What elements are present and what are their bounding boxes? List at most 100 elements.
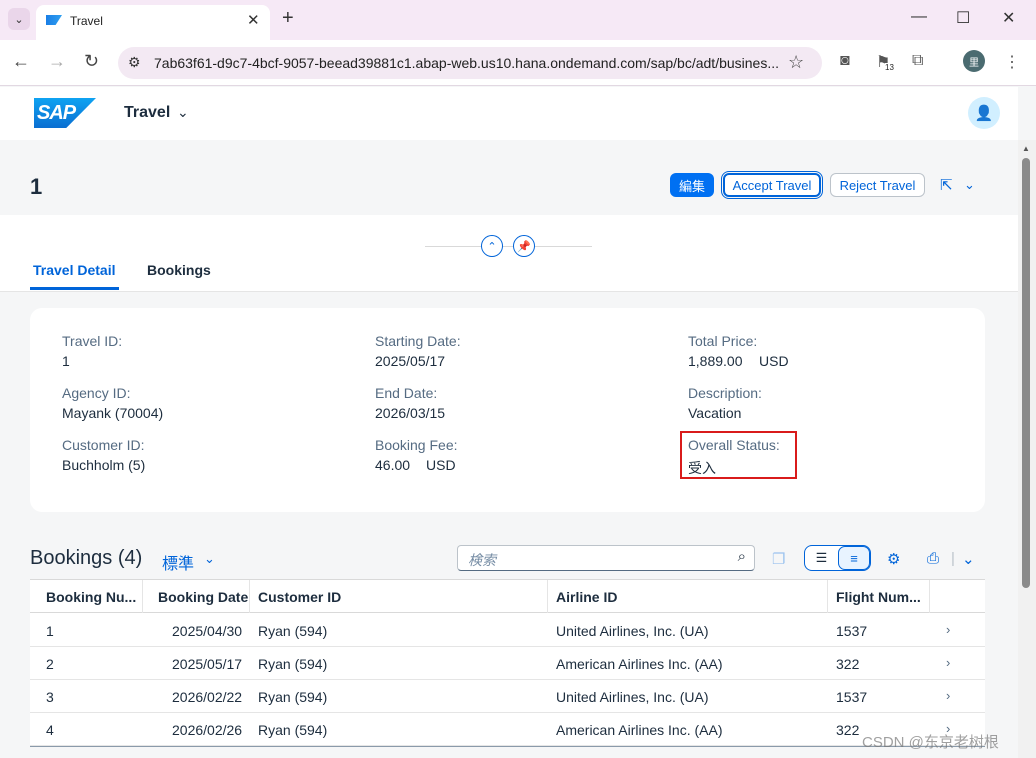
- maximize-icon[interactable]: ☐: [956, 8, 970, 28]
- search-icon[interactable]: ⌕: [738, 548, 746, 565]
- new-tab-icon[interactable]: +: [282, 8, 294, 28]
- extension-badge-count: 13: [885, 63, 894, 72]
- booking-date-cell: 2026/02/22: [172, 689, 243, 705]
- travel-id-value: 1: [62, 353, 70, 369]
- pin-header-icon[interactable]: 📌: [513, 235, 535, 257]
- search-placeholder: 検索: [468, 552, 496, 568]
- column-booking-number[interactable]: Booking Nu...: [30, 580, 143, 613]
- collapse-header-icon[interactable]: ⌃: [481, 235, 503, 257]
- booking-number-cell: 3: [46, 689, 54, 705]
- export-icon[interactable]: ⎙: [927, 550, 939, 567]
- table-row[interactable]: 2 2025/05/17 Ryan (594) American Airline…: [30, 647, 985, 680]
- sap-logo[interactable]: SAP: [34, 98, 96, 128]
- customer-cell: Ryan (594): [258, 656, 328, 672]
- share-chevron-down-icon[interactable]: ⌄: [964, 177, 975, 193]
- tab-search-chevron-icon[interactable]: ⌄: [8, 8, 30, 30]
- starting-date-label: Starting Date:: [375, 333, 461, 349]
- table-view-toggle: ☰ ≡: [804, 545, 871, 571]
- url-text: 7ab63f61-d9c7-4bcf-9057-beead39881c1.aba…: [154, 55, 779, 71]
- flight-cell: 1537: [836, 689, 868, 705]
- copy-icon[interactable]: ❐: [772, 550, 785, 568]
- app-title[interactable]: Travel: [124, 104, 170, 122]
- export-chevron-down-icon[interactable]: ⌄: [962, 550, 975, 568]
- reject-travel-button[interactable]: Reject Travel: [830, 173, 925, 197]
- reload-icon[interactable]: ↻: [84, 51, 99, 72]
- page-title: 1: [30, 174, 43, 199]
- row-navigation-chevron-icon[interactable]: ›: [946, 688, 950, 703]
- user-avatar-icon[interactable]: 👤: [968, 97, 1000, 129]
- booking-number-cell: 4: [46, 722, 54, 738]
- total-price-currency: USD: [759, 353, 789, 369]
- active-tab-indicator: [30, 287, 119, 290]
- browser-tab-bar: ⌄ Travel ✕ + — ☐ ✕: [0, 0, 1036, 40]
- travel-detail-card: Travel ID: 1 Agency ID: Mayank (70004) C…: [30, 308, 985, 512]
- table-row[interactable]: 1 2025/04/30 Ryan (594) United Airlines,…: [30, 614, 985, 647]
- row-navigation-chevron-icon[interactable]: ›: [946, 622, 950, 637]
- end-date-label: End Date:: [375, 385, 438, 401]
- browser-tab-travel[interactable]: Travel ✕: [36, 5, 270, 40]
- flight-cell: 322: [836, 722, 860, 738]
- customer-cell: Ryan (594): [258, 689, 328, 705]
- total-price-label: Total Price:: [688, 333, 758, 349]
- address-bar[interactable]: ⚙ 7ab63f61-d9c7-4bcf-9057-beead39881c1.a…: [118, 47, 822, 79]
- overall-status-label: Overall Status:: [688, 437, 780, 453]
- extensions-puzzle-icon[interactable]: ⧉: [912, 52, 923, 70]
- camera-icon[interactable]: ◙: [840, 52, 850, 70]
- table-row[interactable]: 3 2026/02/22 Ryan (594) United Airlines,…: [30, 680, 985, 713]
- variant-selector[interactable]: 標準: [162, 550, 194, 574]
- booking-number-cell: 1: [46, 623, 54, 639]
- forward-arrow-icon[interactable]: →: [48, 51, 66, 72]
- column-airline-id[interactable]: Airline ID: [548, 580, 828, 613]
- total-price-value: 1,889.00: [688, 353, 743, 369]
- tree-view-icon[interactable]: ☰: [805, 546, 838, 570]
- bookings-table-title: Bookings (4): [30, 547, 143, 569]
- table-header: Booking Nu... Booking Date Customer ID A…: [30, 580, 985, 613]
- description-label: Description:: [688, 385, 762, 401]
- browser-tab-title: Travel: [70, 14, 103, 28]
- tab-bookings[interactable]: Bookings: [147, 262, 211, 278]
- accept-travel-button[interactable]: Accept Travel: [721, 171, 823, 199]
- tab-close-icon[interactable]: ✕: [247, 11, 260, 29]
- watermark-text: CSDN @东京老树根: [862, 734, 999, 751]
- edit-button[interactable]: 編集: [670, 173, 714, 197]
- booking-fee-currency: USD: [426, 457, 456, 473]
- app-title-chevron-down-icon[interactable]: ⌄: [177, 104, 189, 121]
- browser-menu-icon[interactable]: ⋮: [1004, 52, 1020, 72]
- booking-fee-label: Booking Fee:: [375, 437, 458, 453]
- toolbar-separator: |: [951, 550, 955, 567]
- customer-id-value: Buchholm (5): [62, 457, 146, 473]
- booking-number-cell: 2: [46, 656, 54, 672]
- tab-travel-detail[interactable]: Travel Detail: [33, 262, 116, 278]
- column-flight-number[interactable]: Flight Num...: [828, 580, 930, 613]
- starting-date-value: 2025/05/17: [375, 353, 446, 369]
- site-settings-icon[interactable]: ⚙: [128, 54, 141, 71]
- sap-favicon-icon: [46, 15, 62, 25]
- agency-id-value: Mayank (70004): [62, 405, 164, 421]
- minimize-icon[interactable]: —: [911, 8, 927, 26]
- scrollbar-thumb[interactable]: [1022, 158, 1030, 588]
- column-customer-id[interactable]: Customer ID: [250, 580, 548, 613]
- share-icon[interactable]: ⇱: [940, 176, 953, 194]
- variant-chevron-down-icon[interactable]: ⌄: [204, 551, 215, 567]
- agency-id-label: Agency ID:: [62, 385, 131, 401]
- overall-status-value: 受入: [688, 460, 716, 476]
- window-close-icon[interactable]: ✕: [1002, 8, 1015, 28]
- search-input[interactable]: 検索 ⌕: [457, 545, 755, 571]
- header-divider: [425, 246, 592, 247]
- travel-id-label: Travel ID:: [62, 333, 123, 349]
- column-booking-date[interactable]: Booking Date: [143, 580, 250, 613]
- airline-cell: American Airlines Inc. (AA): [556, 656, 723, 672]
- customer-id-label: Customer ID:: [62, 437, 145, 453]
- flat-view-icon[interactable]: ≡: [838, 546, 870, 570]
- browser-profile-avatar[interactable]: 里: [963, 50, 985, 72]
- customer-cell: Ryan (594): [258, 623, 328, 639]
- page-scrollbar[interactable]: ▲: [1018, 140, 1036, 758]
- back-arrow-icon[interactable]: ←: [12, 51, 30, 72]
- booking-date-cell: 2025/05/17: [172, 656, 243, 672]
- row-navigation-chevron-icon[interactable]: ›: [946, 655, 950, 670]
- table-settings-gear-icon[interactable]: ⚙: [887, 550, 900, 568]
- scroll-up-arrow-icon[interactable]: ▲: [1022, 144, 1030, 153]
- bookmark-star-icon[interactable]: ☆: [788, 52, 804, 73]
- airline-cell: American Airlines Inc. (AA): [556, 722, 723, 738]
- table-row[interactable]: 4 2026/02/26 Ryan (594) American Airline…: [30, 713, 985, 746]
